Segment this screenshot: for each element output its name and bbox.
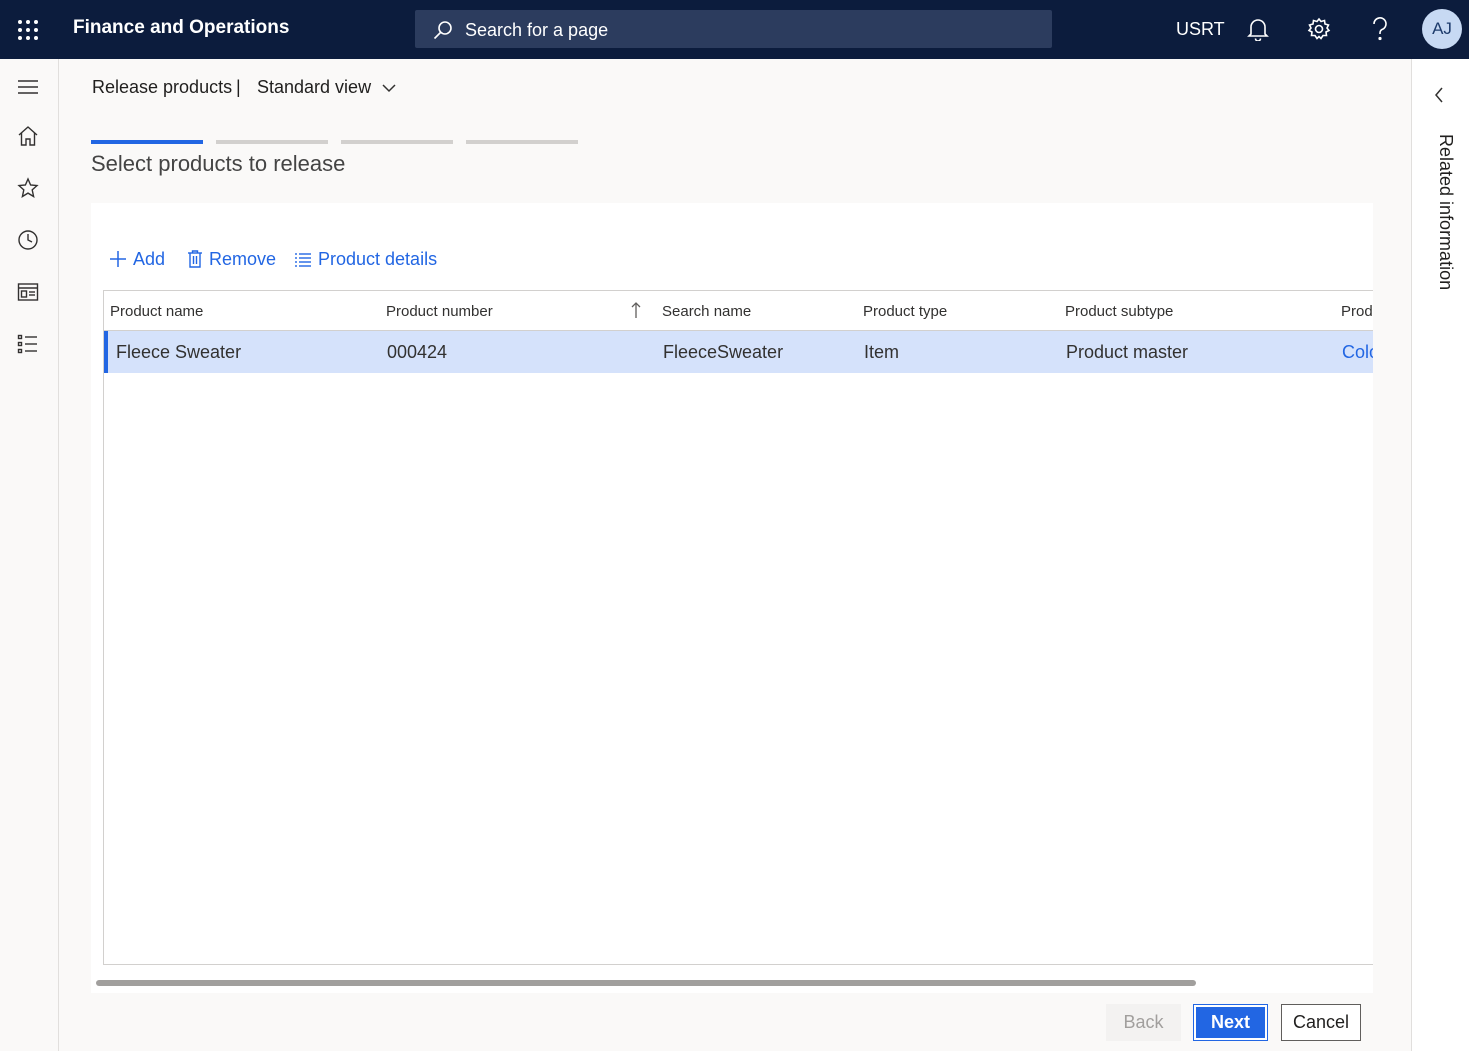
plus-icon [110, 251, 126, 267]
remove-label: Remove [209, 249, 277, 269]
app-title[interactable]: Finance and Operations [73, 17, 289, 39]
back-button[interactable]: Back [1106, 1004, 1181, 1041]
chevron-left-icon[interactable] [1434, 87, 1444, 103]
app-launcher-icon[interactable] [16, 18, 40, 42]
column-header-product-name[interactable]: Product name [110, 303, 203, 320]
company-picker[interactable]: USRT [1176, 19, 1225, 40]
wizard-step-1 [91, 140, 203, 144]
cell-product-subtype: Product master [1066, 342, 1189, 362]
avatar[interactable]: AJ [1422, 9, 1462, 49]
column-header-product-number[interactable]: Product number [386, 303, 493, 320]
page-breadcrumb: Release products [92, 77, 233, 97]
products-grid: Product name Product number Search name … [103, 290, 1373, 965]
column-header-search-name[interactable]: Search name [662, 303, 751, 320]
next-button[interactable]: Next [1193, 1004, 1268, 1041]
remove-button[interactable]: Remove [187, 249, 276, 270]
cell-product-number: 000424 [387, 342, 448, 362]
products-card: Add Remove Product details Product name … [91, 203, 1373, 993]
top-bar: Finance and Operations Search for a page… [0, 0, 1469, 59]
add-label: Add [133, 249, 166, 269]
view-label: Standard view [257, 77, 372, 97]
cell-product-name: Fleece Sweater [116, 342, 242, 362]
bell-icon[interactable] [1247, 17, 1271, 42]
related-information-label[interactable]: Related information [1435, 134, 1456, 290]
product-details-label: Product details [318, 249, 438, 269]
chevron-down-icon [382, 84, 396, 93]
gear-icon[interactable] [1307, 17, 1331, 41]
search-placeholder: Search for a page [465, 20, 609, 40]
cell-search-name: FleeceSweater [663, 342, 784, 362]
product-details-button[interactable]: Product details [294, 249, 437, 270]
home-icon[interactable] [17, 125, 39, 147]
details-list-icon [295, 253, 311, 267]
search-icon [433, 21, 452, 40]
view-selector[interactable]: Standard view [257, 77, 396, 98]
page-title: Select products to release [91, 151, 346, 176]
column-header-product-type[interactable]: Product type [863, 303, 947, 320]
trash-icon [188, 250, 202, 268]
clock-icon[interactable] [17, 229, 39, 251]
list-icon[interactable] [17, 333, 39, 355]
add-button[interactable]: Add [109, 249, 165, 270]
column-header-product-dimension[interactable]: Prod [1341, 303, 1373, 320]
wizard-step-2 [216, 140, 328, 144]
left-navigation [0, 59, 59, 1051]
grid-header: Product name Product number Search name … [104, 291, 1373, 331]
sort-ascending-icon [631, 302, 641, 318]
horizontal-scrollbar[interactable] [96, 980, 1196, 986]
cancel-button[interactable]: Cancel [1281, 1004, 1361, 1041]
cell-product-dimension-link[interactable]: Colo [1342, 342, 1373, 363]
hamburger-icon[interactable] [17, 76, 39, 98]
related-information-pane: Related information [1411, 59, 1469, 1051]
table-row[interactable]: Fleece Sweater 000424 FleeceSweater Item… [104, 331, 1373, 373]
workspace-icon[interactable] [17, 281, 39, 303]
column-header-product-subtype[interactable]: Product subtype [1065, 303, 1173, 320]
cell-product-type: Item [864, 342, 900, 362]
wizard-step-3 [341, 140, 453, 144]
help-icon[interactable] [1370, 17, 1394, 41]
wizard-step-4 [466, 140, 578, 144]
breadcrumb-separator: | [236, 77, 241, 97]
star-icon[interactable] [17, 177, 39, 199]
search-input[interactable]: Search for a page [415, 10, 1052, 48]
